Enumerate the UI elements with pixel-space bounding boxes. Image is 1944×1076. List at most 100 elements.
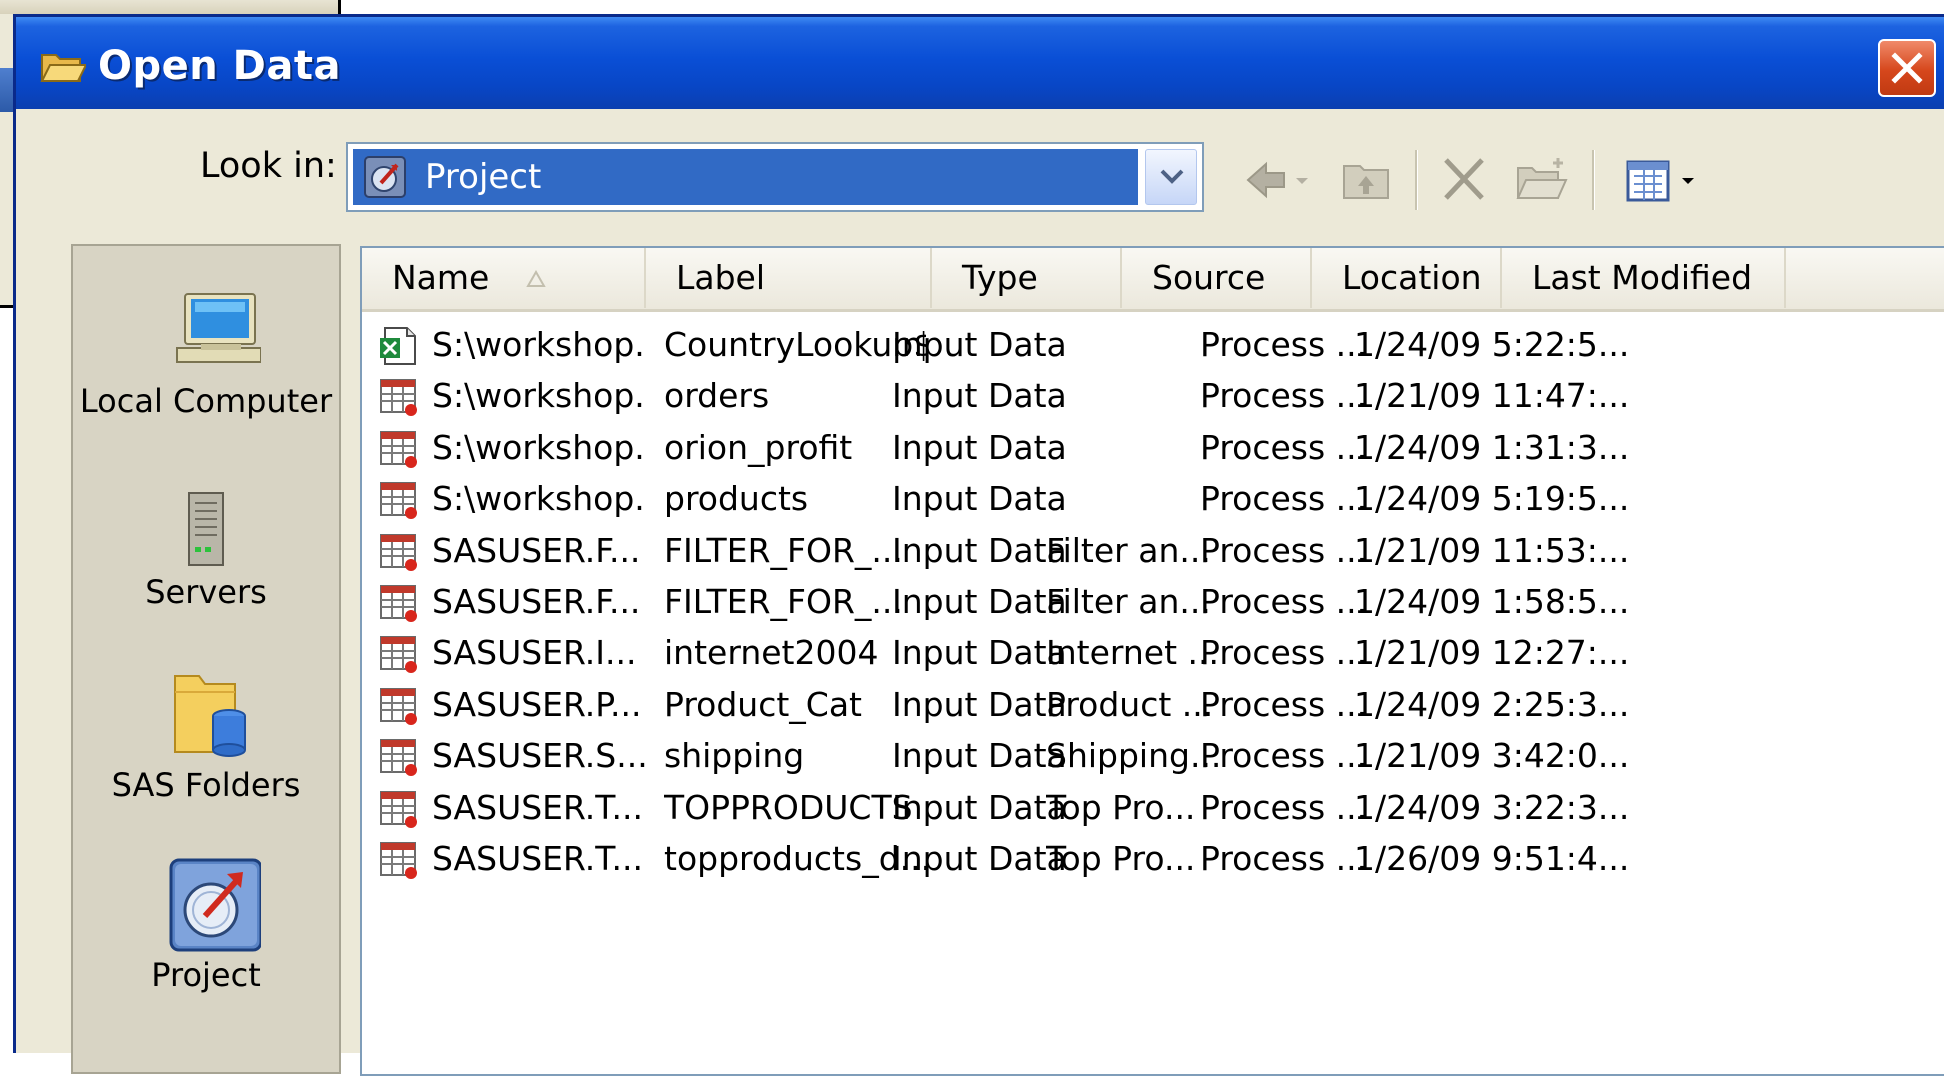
project-icon xyxy=(169,858,261,952)
sas-table-icon xyxy=(380,790,417,828)
back-arrow-icon xyxy=(1246,161,1308,199)
sas-table-icon xyxy=(380,430,417,468)
cell-last-modified: 1/21/09 3:42:0... xyxy=(1354,736,1630,776)
background-toolbar xyxy=(0,0,338,14)
cell-name: SASUSER.I... xyxy=(432,633,637,673)
sas-folder-icon xyxy=(174,675,246,757)
table-row[interactable]: SASUSER.T... TOPPRODUCTS Input Data Top Pro… xyxy=(362,783,1944,833)
table-row[interactable]: S:\workshop... CountryLookup$ Input Data Pr… xyxy=(362,320,1944,370)
look-in-value: Project xyxy=(425,157,542,197)
place-label: Local Computer xyxy=(79,382,333,420)
cell-name: SASUSER.T... xyxy=(432,787,643,827)
table-row[interactable]: S:\workshop... orders Input Data Process ..… xyxy=(362,371,1944,421)
table-row[interactable]: S:\workshop... products Input Data Process … xyxy=(362,474,1944,524)
computer-icon xyxy=(176,293,261,363)
column-header-last-modified[interactable]: Last Modified xyxy=(1502,248,1786,308)
cell-name: SASUSER.P... xyxy=(432,684,642,724)
place-project[interactable]: Project xyxy=(73,854,339,1024)
place-sas-folders[interactable]: SAS Folders xyxy=(73,666,339,836)
column-header-label[interactable]: Label xyxy=(646,248,932,308)
view-menu-icon xyxy=(1626,160,1694,202)
title-bar[interactable]: Open Data xyxy=(16,14,1944,109)
look-in-dropdown-button[interactable] xyxy=(1145,149,1197,205)
cell-name: S:\workshop... xyxy=(432,479,646,519)
cell-name: S:\workshop... xyxy=(432,325,646,364)
server-icon xyxy=(188,492,224,566)
cell-label: topproducts_d... xyxy=(664,839,926,878)
cell-name: S:\workshop... xyxy=(432,376,646,416)
cell-name: S:\workshop... xyxy=(432,427,646,467)
place-label: SAS Folders xyxy=(111,766,301,804)
cell-last-modified: 1/24/09 3:22:3... xyxy=(1354,787,1630,827)
cell-last-modified: 1/24/09 5:22:5... xyxy=(1354,325,1630,364)
table-row[interactable]: SASUSER.F... FILTER_FOR_... Input Data Filt… xyxy=(362,577,1944,627)
table-row[interactable]: SASUSER.P... Product_Cat Input Data Product… xyxy=(362,680,1944,730)
sas-table-icon xyxy=(380,636,417,674)
cell-label: orders xyxy=(664,376,770,416)
new-folder-icon xyxy=(1516,158,1568,199)
table-row[interactable]: SASUSER.F... FILTER_FOR_... Input Data Filt… xyxy=(362,526,1944,576)
sas-table-icon xyxy=(380,533,417,571)
sas-table-icon xyxy=(380,842,417,879)
cell-label: TOPPRODUCTS xyxy=(664,787,913,827)
dialog-title: Open Data xyxy=(98,43,341,89)
column-header-name[interactable]: Name xyxy=(362,248,646,308)
cell-last-modified: 1/24/09 2:25:3... xyxy=(1354,684,1630,724)
cell-name: SASUSER.S... xyxy=(432,736,646,776)
up-folder-icon xyxy=(1343,165,1389,199)
open-data-dialog: Open Data Look in: Project Local Compute… xyxy=(13,14,1944,1076)
toolbar-separator xyxy=(1592,150,1595,210)
cell-name: SASUSER.F... xyxy=(432,530,641,570)
chevron-down-icon xyxy=(1160,169,1184,184)
column-header-type[interactable]: Type xyxy=(932,248,1122,308)
column-header-location[interactable]: Location xyxy=(1312,248,1502,308)
cell-label: internet2004 xyxy=(664,633,879,673)
table-row[interactable]: SASUSER.S... shipping Input Data Shipping..… xyxy=(362,731,1944,781)
close-button[interactable] xyxy=(1878,39,1936,97)
excel-file-icon xyxy=(380,327,416,365)
cell-label: orion_profit xyxy=(664,427,853,467)
cell-last-modified: 1/26/09 9:51:4... xyxy=(1354,839,1630,878)
delete-button[interactable] xyxy=(1436,154,1494,206)
cell-last-modified: 1/21/09 11:53:... xyxy=(1354,530,1630,570)
cell-last-modified: 1/21/09 12:27:... xyxy=(1354,633,1630,673)
table-row[interactable]: SASUSER.I... internet2004 Input Data Intern… xyxy=(362,628,1944,678)
cell-name: SASUSER.T... xyxy=(432,839,643,878)
place-servers[interactable]: Servers xyxy=(73,481,339,631)
cell-label: products xyxy=(664,479,809,519)
table-row[interactable]: S:\workshop... orion_profit Input Data Proc… xyxy=(362,423,1944,473)
place-label: Project xyxy=(151,956,261,994)
places-bar: Local Computer Servers SAS Folders Proje… xyxy=(71,244,341,1074)
sas-table-icon xyxy=(380,739,417,777)
place-local-computer[interactable]: Local Computer xyxy=(73,286,339,466)
sas-table-icon xyxy=(380,482,417,520)
sort-ascending-icon xyxy=(526,270,546,287)
column-header-row: Name Label Type Source Location Last Mod… xyxy=(362,248,1944,312)
cell-last-modified: 1/21/09 11:47:... xyxy=(1354,376,1630,416)
cell-label: shipping xyxy=(664,736,805,776)
toolbar-separator xyxy=(1415,150,1418,210)
close-icon xyxy=(1891,52,1923,84)
view-menu-button[interactable] xyxy=(1620,154,1710,206)
project-icon xyxy=(364,156,406,198)
sas-table-icon xyxy=(380,687,417,725)
new-folder-button[interactable] xyxy=(1512,154,1572,206)
cell-label: CountryLookup$ xyxy=(664,325,926,364)
cell-last-modified: 1/24/09 1:31:3... xyxy=(1354,427,1630,467)
cell-last-modified: 1/24/09 1:58:5... xyxy=(1354,582,1630,621)
file-list[interactable]: Name Label Type Source Location Last Mod… xyxy=(360,246,1944,1076)
sas-table-icon xyxy=(380,379,417,417)
cell-last-modified: 1/24/09 5:19:5... xyxy=(1354,479,1630,519)
table-row[interactable]: SASUSER.T... topproducts_d... Input Data To… xyxy=(362,834,1944,884)
cell-label: FILTER_FOR_... xyxy=(664,530,903,570)
place-label: Servers xyxy=(145,573,267,611)
back-button[interactable] xyxy=(1238,154,1328,206)
look-in-dropdown[interactable]: Project xyxy=(346,142,1204,212)
cell-name: SASUSER.F... xyxy=(432,582,641,621)
up-one-level-button[interactable] xyxy=(1338,154,1396,206)
look-in-label: Look in: xyxy=(200,146,337,186)
open-folder-icon xyxy=(40,54,86,82)
look-in-selected[interactable]: Project xyxy=(353,149,1138,205)
sas-table-icon xyxy=(380,585,417,622)
column-header-source[interactable]: Source xyxy=(1122,248,1312,308)
